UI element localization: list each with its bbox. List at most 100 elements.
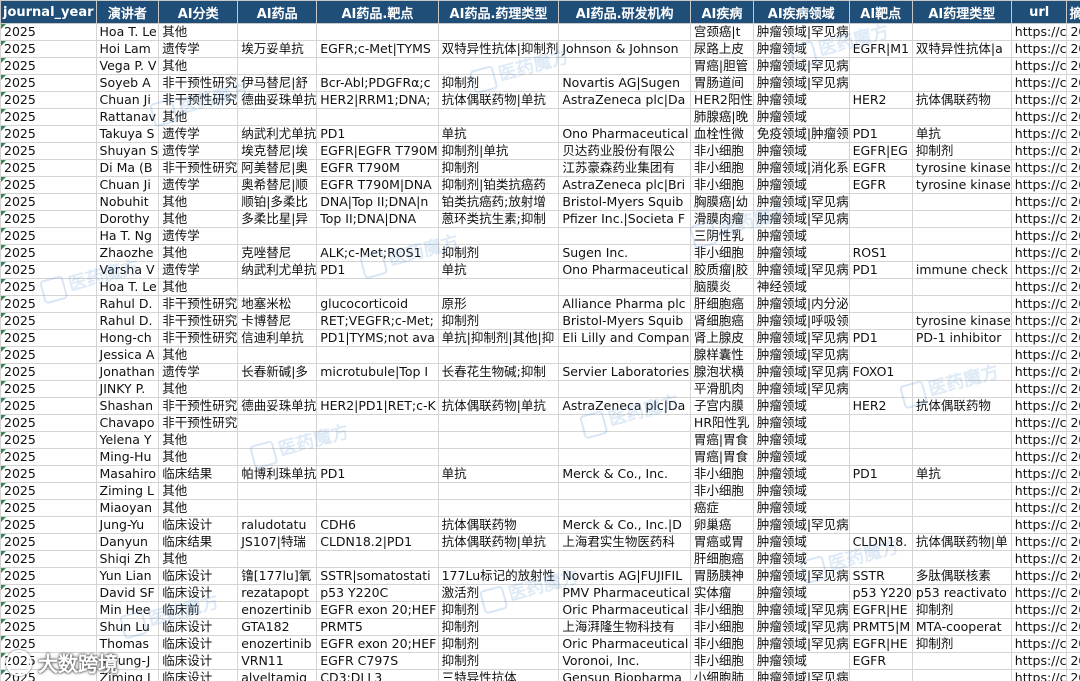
table-cell[interactable] — [437, 346, 560, 364]
table-cell[interactable]: 肿瘤领域|罕见病 — [752, 193, 850, 211]
table-cell[interactable]: https://c — [1010, 635, 1068, 653]
table-cell[interactable]: 抗体偶联药物 — [437, 516, 560, 534]
table-cell[interactable]: https://c — [1010, 312, 1068, 330]
table-cell[interactable]: Jung-Yu — [95, 516, 160, 534]
table-cell[interactable] — [558, 57, 691, 75]
table-cell[interactable]: 平滑肌肉 — [689, 380, 754, 398]
table-cell[interactable] — [558, 448, 691, 466]
table-cell[interactable] — [558, 23, 691, 41]
table-cell[interactable]: 2025-12-05 — [1066, 125, 1080, 143]
table-cell[interactable]: https://c — [1010, 533, 1068, 551]
table-cell[interactable]: 2025 — [0, 499, 97, 517]
table-cell[interactable]: 肿瘤领域|罕见病 — [752, 57, 850, 75]
table-cell[interactable] — [558, 550, 691, 568]
table-cell[interactable]: 2025 — [0, 465, 97, 483]
table-cell[interactable]: 其他 — [158, 57, 239, 75]
table-cell[interactable]: Rattanav — [95, 108, 160, 126]
table-cell[interactable] — [911, 23, 1012, 41]
table-cell[interactable] — [237, 108, 318, 126]
table-cell[interactable]: 2025 — [0, 601, 97, 619]
table-cell[interactable]: 2025 — [0, 329, 97, 347]
table-cell[interactable]: Soyeb A — [95, 74, 160, 92]
table-cell[interactable]: 2025-12-05 — [1066, 159, 1080, 177]
table-cell[interactable]: Yelena Y — [95, 431, 160, 449]
table-cell[interactable]: PD1 — [848, 261, 913, 279]
column-header[interactable]: AI疾病领域 — [752, 0, 850, 24]
table-cell[interactable]: Eli Lilly and Compan — [558, 329, 691, 347]
table-cell[interactable]: HER2 — [848, 397, 913, 415]
table-cell[interactable]: 2025-12-05 — [1066, 193, 1080, 211]
table-cell[interactable] — [237, 550, 318, 568]
table-cell[interactable]: 肿瘤领域 — [752, 482, 850, 500]
table-cell[interactable]: 抑制剂 — [437, 244, 560, 262]
table-cell[interactable]: 肿瘤领域 — [752, 397, 850, 415]
table-cell[interactable] — [437, 499, 560, 517]
table-cell[interactable] — [848, 669, 913, 681]
table-cell[interactable] — [237, 431, 318, 449]
table-cell[interactable]: 临床设计 — [158, 618, 239, 636]
table-cell[interactable] — [316, 23, 439, 41]
table-cell[interactable]: 宫颈癌|t — [689, 23, 754, 41]
table-cell[interactable]: 肿瘤领域 — [752, 142, 850, 160]
table-cell[interactable]: 非干预性研究 — [158, 295, 239, 313]
table-cell[interactable]: Ming-Hu — [95, 448, 160, 466]
table-cell[interactable]: 2025-12-05 — [1066, 108, 1080, 126]
table-cell[interactable] — [848, 193, 913, 211]
table-cell[interactable] — [911, 669, 1012, 681]
table-cell[interactable]: Hoa T. Le — [95, 278, 160, 296]
table-cell[interactable]: 2025 — [0, 482, 97, 500]
table-cell[interactable]: Di Ma (B — [95, 159, 160, 177]
table-cell[interactable]: HER2 — [848, 91, 913, 109]
table-cell[interactable]: PD1|TYMS;not ava — [316, 329, 439, 347]
table-cell[interactable]: 2025 — [0, 244, 97, 262]
table-cell[interactable]: 2025-12-06 — [1066, 635, 1080, 653]
table-cell[interactable]: 2025-12-05 — [1066, 227, 1080, 245]
table-cell[interactable]: 肿瘤领域|罕见病 — [752, 261, 850, 279]
table-cell[interactable]: 肿瘤领域 — [752, 244, 850, 262]
table-cell[interactable]: https://c — [1010, 567, 1068, 585]
table-cell[interactable]: 非小细胞 — [689, 482, 754, 500]
table-cell[interactable]: 实体瘤 — [689, 584, 754, 602]
table-cell[interactable] — [911, 278, 1012, 296]
table-cell[interactable]: 2025 — [0, 91, 97, 109]
column-header[interactable]: AI药理类型 — [911, 0, 1012, 24]
table-cell[interactable]: EGFR — [848, 176, 913, 194]
table-cell[interactable]: Gensun Biopharma — [558, 669, 691, 681]
table-cell[interactable]: 其他 — [158, 23, 239, 41]
table-cell[interactable]: enozertinib — [237, 635, 318, 653]
table-cell[interactable]: https://c — [1010, 125, 1068, 143]
table-cell[interactable] — [237, 346, 318, 364]
table-cell[interactable]: 非干预性研究 — [158, 312, 239, 330]
table-cell[interactable]: 非小细胞 — [689, 176, 754, 194]
table-cell[interactable] — [848, 295, 913, 313]
table-cell[interactable] — [848, 23, 913, 41]
table-cell[interactable]: EGFR T790M|DNA — [316, 176, 439, 194]
column-header[interactable]: AI药品.靶点 — [316, 0, 439, 24]
table-cell[interactable]: 地塞米松 — [237, 295, 318, 313]
table-cell[interactable]: 神经领域 — [752, 278, 850, 296]
table-cell[interactable]: HER2阳性 — [689, 91, 754, 109]
table-cell[interactable]: 其他 — [158, 448, 239, 466]
table-cell[interactable]: 肝细胞癌 — [689, 295, 754, 313]
table-cell[interactable]: 2025-12-05 — [1066, 329, 1080, 347]
table-cell[interactable]: 肿瘤领域 — [752, 584, 850, 602]
table-cell[interactable] — [558, 227, 691, 245]
table-cell[interactable]: Dorothy — [95, 210, 160, 228]
table-cell[interactable] — [911, 448, 1012, 466]
table-cell[interactable] — [558, 108, 691, 126]
table-cell[interactable] — [437, 57, 560, 75]
table-cell[interactable]: 双特异性抗体|a — [911, 40, 1012, 58]
table-cell[interactable]: 2025-12-05 — [1066, 448, 1080, 466]
table-cell[interactable] — [911, 108, 1012, 126]
table-cell[interactable]: 非小细胞 — [689, 142, 754, 160]
table-cell[interactable]: Rahul D. — [95, 312, 160, 330]
table-cell[interactable]: 肿瘤领域|罕见病 — [752, 74, 850, 92]
table-cell[interactable]: 抑制剂|铂类抗癌药 — [437, 176, 560, 194]
table-cell[interactable] — [437, 380, 560, 398]
table-cell[interactable]: 临床设计 — [158, 567, 239, 585]
table-cell[interactable] — [848, 414, 913, 432]
table-cell[interactable]: https://c — [1010, 295, 1068, 313]
table-cell[interactable]: Yun Lian — [95, 567, 160, 585]
table-cell[interactable]: 癌症 — [689, 499, 754, 517]
column-header[interactable]: journal_year — [0, 0, 97, 24]
